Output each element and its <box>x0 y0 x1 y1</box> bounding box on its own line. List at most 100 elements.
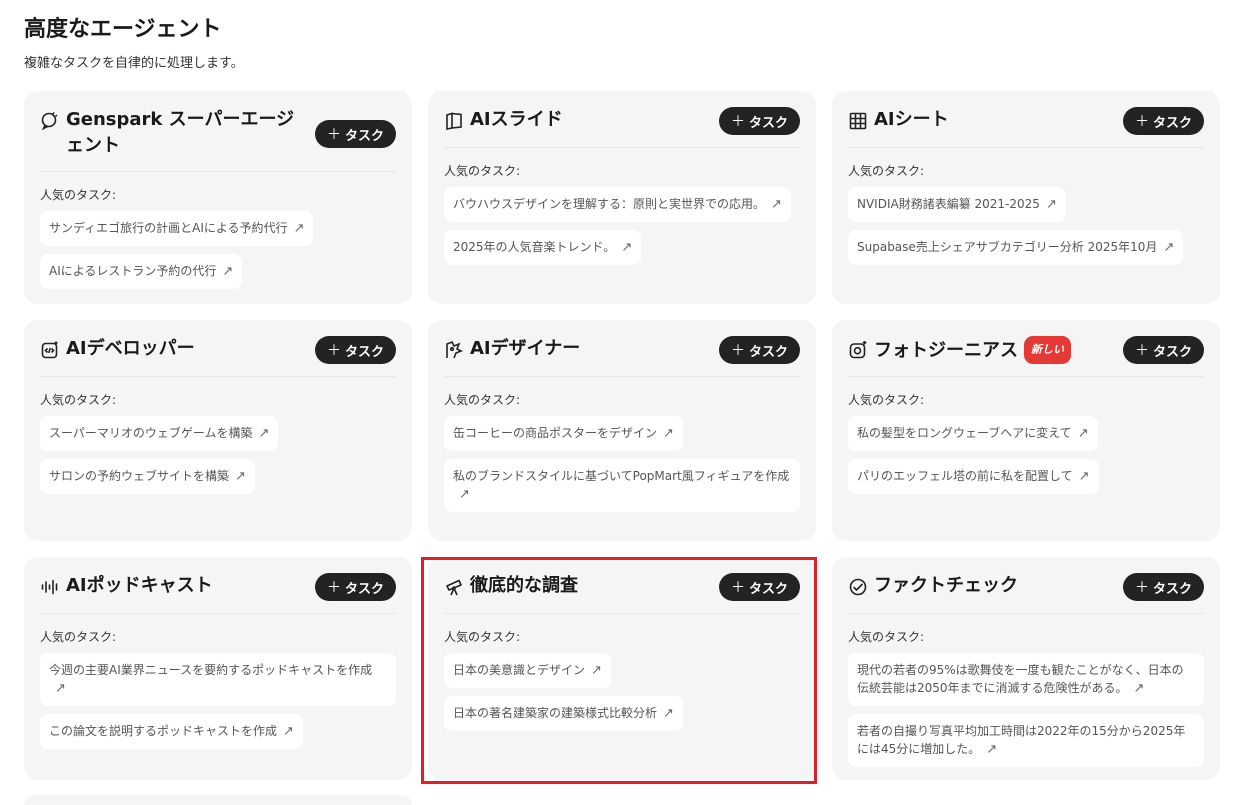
check-circle-icon <box>849 578 867 596</box>
chat-bubble-icon <box>41 112 58 131</box>
page-title: 高度なエージェント <box>24 17 222 42</box>
task-chip[interactable]: サンディエゴ旅行の計画とAIによる予約代行 ↗ <box>40 211 314 246</box>
new-badge: 新しい <box>1024 336 1071 364</box>
plus-icon: ＋ <box>326 580 341 596</box>
popular-tasks-label: 人気のタスク: <box>40 188 117 202</box>
task-chip[interactable]: 私の髪型をロングウェーブヘアに変えて ↗ <box>848 416 1098 451</box>
card-title: 徹底的な調査 <box>470 575 578 596</box>
plus-icon: ＋ <box>730 580 745 596</box>
agent-card-ai-designer[interactable]: AIデザイナー ＋ タスク 人気のタスク: 缶コーヒーの商品ポスターをデザイン ↗… <box>428 320 816 541</box>
agent-card-ai-podcast[interactable]: AIポッドキャスト ＋ タスク 人気のタスク: 今週の主要AI業界ニュースを要約… <box>24 557 412 780</box>
arrow-up-right-icon: ↗ <box>459 487 470 502</box>
card-title: AIシート <box>874 109 949 130</box>
popular-tasks-label: 人気のタスク: <box>848 164 925 178</box>
plus-icon: ＋ <box>1134 343 1149 359</box>
agent-card-fact-check[interactable]: ファクトチェック ＋ タスク 人気のタスク: 現代の若者の95%は歌舞伎を一度も… <box>832 557 1220 780</box>
code-icon <box>41 341 58 359</box>
plus-icon: ＋ <box>1134 580 1149 596</box>
card-header: AIデベロッパー ＋ タスク <box>40 336 396 377</box>
task-chip[interactable]: 現代の若者の95%は歌舞伎を一度も観たことがなく、日本の伝統芸能は2050年まで… <box>848 653 1204 706</box>
task-chip[interactable]: パリのエッフェル塔の前に私を配置して ↗ <box>848 459 1099 494</box>
task-chip[interactable]: AIによるレストラン予約の代行 ↗ <box>40 254 243 289</box>
popular-tasks-label: 人気のタスク: <box>444 630 521 644</box>
arrow-up-right-icon: ↗ <box>986 742 998 757</box>
card-header: 徹底的な調査 ＋ タスク <box>444 573 800 614</box>
telescope-icon <box>446 579 462 596</box>
task-chip[interactable]: この論文を説明するポッドキャストを作成 ↗ <box>40 714 303 749</box>
popular-tasks-label: 人気のタスク: <box>444 393 521 407</box>
arrow-up-right-icon: ↗ <box>258 426 270 441</box>
table-grid-icon <box>849 112 867 130</box>
agent-card-deep-research[interactable]: 徹底的な調査 ＋ タスク 人気のタスク: 日本の美意識とデザイン ↗ 日本の著名建… <box>428 557 816 780</box>
add-task-button[interactable]: ＋ タスク <box>314 573 396 601</box>
arrow-up-right-icon: ↗ <box>235 469 246 484</box>
card-header: フォトジーニアス 新しい ＋ タスク <box>848 336 1204 377</box>
arrow-up-right-icon: ↗ <box>293 221 305 236</box>
agent-card-super-agent[interactable]: Genspark スーパーエージェント ＋ タスク 人気のタスク: サンディエゴ… <box>24 91 412 304</box>
plus-icon: ＋ <box>730 343 745 359</box>
card-title: ファクトチェック <box>874 575 1018 596</box>
arrow-up-right-icon: ↗ <box>621 240 633 255</box>
arrow-up-right-icon: ↗ <box>1078 469 1090 484</box>
task-chip[interactable]: バウハウスデザインを理解する：原則と実世界での応用。 ↗ <box>444 187 791 222</box>
task-chip[interactable]: 若者の自撮り写真平均加工時間は2022年の15分から2025年には45分に増加し… <box>848 714 1204 767</box>
camera-sparkle-icon <box>849 341 867 359</box>
popular-tasks-label: 人気のタスク: <box>40 393 117 407</box>
add-task-button[interactable]: ＋ タスク <box>718 336 800 364</box>
agent-card-ai-slides[interactable]: AIスライド ＋ タスク 人気のタスク: バウハウスデザインを理解する：原則と実… <box>428 91 816 304</box>
card-header: AIデザイナー ＋ タスク <box>444 336 800 377</box>
plus-icon: ＋ <box>326 343 341 359</box>
plus-icon: ＋ <box>1134 114 1149 130</box>
plus-icon: ＋ <box>326 127 341 143</box>
task-chip[interactable]: 私のブランドスタイルに基づいてPopMart風フィギュアを作成↗ <box>444 459 800 512</box>
popular-tasks-label: 人気のタスク: <box>848 393 925 407</box>
add-task-button[interactable]: ＋ タスク <box>1122 336 1204 364</box>
task-chip[interactable]: 2025年の人気音楽トレンド。 ↗ <box>444 230 642 265</box>
arrow-up-right-icon: ↗ <box>55 681 66 696</box>
add-task-button[interactable]: ＋ タスク <box>718 573 800 601</box>
popular-tasks-label: 人気のタスク: <box>40 630 117 644</box>
arrow-up-right-icon: ↗ <box>663 706 674 721</box>
card-title: フォトジーニアス 新しい <box>874 336 1071 364</box>
arrow-up-right-icon: ↗ <box>1163 240 1175 255</box>
arrow-up-right-icon: ↗ <box>1045 197 1057 212</box>
card-header: AIスライド ＋ タスク <box>444 107 800 148</box>
next-card-peek <box>24 795 412 805</box>
task-chip[interactable]: NVIDIA財務諸表編纂 2021-2025 ↗ <box>848 187 1066 222</box>
add-task-button[interactable]: ＋ タスク <box>718 107 800 135</box>
popular-tasks-label: 人気のタスク: <box>444 164 521 178</box>
section-header: 高度なエージェント 複雑なタスクを自律的に処理します。 <box>24 14 244 71</box>
agent-card-photo-genius[interactable]: フォトジーニアス 新しい ＋ タスク 人気のタスク: 私の髪型をロングウェーブヘア… <box>832 320 1220 541</box>
card-title: AIデベロッパー <box>66 338 195 359</box>
add-task-button[interactable]: ＋ タスク <box>1122 107 1204 135</box>
agent-card-ai-sheets[interactable]: AIシート ＋ タスク 人気のタスク: NVIDIA財務諸表編纂 2021-20… <box>832 91 1220 304</box>
agent-card-ai-developer[interactable]: AIデベロッパー ＋ タスク 人気のタスク: スーパーマリオのウェブゲームを構築… <box>24 320 412 541</box>
add-task-button[interactable]: ＋ タスク <box>314 120 396 148</box>
arrow-up-right-icon: ↗ <box>771 197 782 212</box>
designer-icon <box>446 340 463 359</box>
task-chip[interactable]: Supabase売上シェアサブカテゴリー分析 2025年10月 ↗ <box>848 230 1184 265</box>
audio-wave-icon <box>41 579 58 595</box>
slides-icon <box>446 112 462 130</box>
card-header: AIシート ＋ タスク <box>848 107 1204 148</box>
card-header: AIポッドキャスト ＋ タスク <box>40 573 396 614</box>
card-title: AIデザイナー <box>470 338 581 359</box>
arrow-up-right-icon: ↗ <box>1077 426 1089 441</box>
add-task-button[interactable]: ＋ タスク <box>314 336 396 364</box>
card-title: AIポッドキャスト <box>66 575 213 596</box>
agent-grid: Genspark スーパーエージェント ＋ タスク 人気のタスク: サンディエゴ… <box>24 91 1220 780</box>
arrow-up-right-icon: ↗ <box>663 426 674 441</box>
task-chip[interactable]: 日本の著名建築家の建築様式比較分析 ↗ <box>444 696 683 731</box>
task-chip[interactable]: 今週の主要AI業界ニュースを要約するポッドキャストを作成↗ <box>40 653 396 706</box>
task-chip[interactable]: 缶コーヒーの商品ポスターをデザイン ↗ <box>444 416 683 451</box>
add-task-button[interactable]: ＋ タスク <box>1122 573 1204 601</box>
task-chip[interactable]: サロンの予約ウェブサイトを構築 ↗ <box>40 459 255 494</box>
page-subtitle: 複雑なタスクを自律的に処理します。 <box>24 56 244 71</box>
popular-tasks-label: 人気のタスク: <box>848 630 925 644</box>
plus-icon: ＋ <box>730 114 745 130</box>
arrow-up-right-icon: ↗ <box>591 663 602 678</box>
card-header: ファクトチェック ＋ タスク <box>848 573 1204 614</box>
arrow-up-right-icon: ↗ <box>283 724 294 739</box>
task-chip[interactable]: 日本の美意識とデザイン ↗ <box>444 653 611 688</box>
task-chip[interactable]: スーパーマリオのウェブゲームを構築 ↗ <box>40 416 279 451</box>
